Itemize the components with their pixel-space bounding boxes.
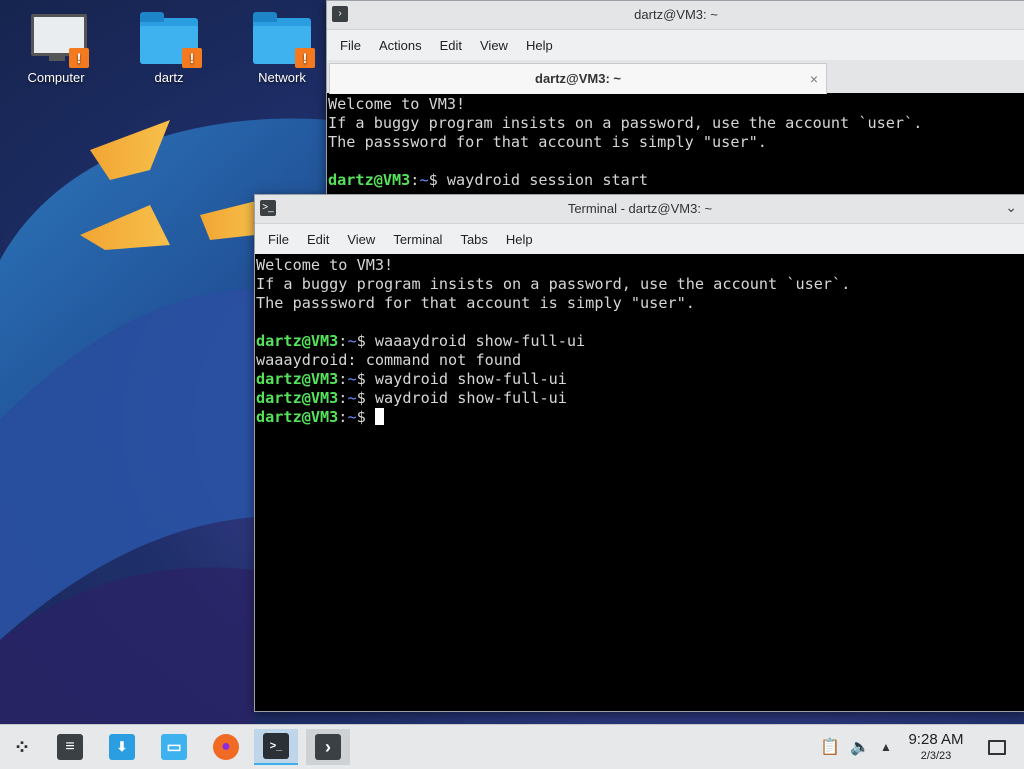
terminal-titlebar[interactable]: >_ Terminal - dartz@VM3: ~ ⌄ [255,195,1024,224]
prompt-path: ~ [347,332,357,350]
terminal-output[interactable]: Welcome to VM3! If a buggy program insist… [327,93,1024,196]
firefox-launcher[interactable]: ● [204,729,248,765]
menu-edit[interactable]: Edit [298,232,338,247]
prompt-path: ~ [347,370,357,388]
terminal-window[interactable]: >_ Terminal - dartz@VM3: ~ ⌄ File Edit V… [254,194,1024,712]
prompt-user: dartz@VM3 [256,332,339,350]
terminal-output-line: The passsword for that account is simply… [328,133,767,151]
prompt-user: dartz@VM3 [328,171,411,189]
prompt-command: $ waydroid session start [428,171,649,189]
warning-badge-icon: ! [182,48,202,68]
window-title: dartz@VM3: ~ [634,7,718,22]
computer-icon: ! [27,12,89,68]
prompt-user: dartz@VM3 [256,389,339,407]
xfce-terminal-icon: >_ [263,733,289,759]
terminal-output-line: If a buggy program insists on a password… [328,114,923,132]
clipboard-tray[interactable]: 📋 [820,725,840,769]
prompt-command: $ waydroid show-full-ui [356,370,567,388]
terminal-cursor [374,408,384,425]
menu-help[interactable]: Help [517,38,562,53]
konsole-menubar: File Actions Edit View Help [327,30,1024,60]
settings-icon: ≡ [57,734,83,760]
tray-expand[interactable]: ▲ [880,725,892,769]
menu-edit[interactable]: Edit [431,38,471,53]
terminal-output-line: Welcome to VM3! [328,95,466,113]
tray-expand-icon: ▲ [880,740,892,754]
terminal-prompt-line: dartz@VM3:~$ waydroid show-full-ui [256,389,1024,408]
konsole-tabbar: dartz@VM3: ~ × [327,60,1024,94]
menu-view[interactable]: View [471,38,517,53]
clock-date: 2/3/23 [920,750,952,762]
terminal-prompt-line: dartz@VM3:~$ [256,408,1024,427]
volume-tray[interactable]: 🔈 [850,725,870,769]
terminal-output-line: Welcome to VM3! [256,256,394,274]
prompt-command: $ waydroid show-full-ui [356,389,567,407]
tab-session[interactable]: dartz@VM3: ~ × [329,63,827,94]
file-manager-launcher[interactable]: ▭ [152,729,196,765]
discover-store-icon: ⬇ [109,734,135,760]
firefox-icon: ● [213,734,239,760]
discover-launcher[interactable]: ⬇ [100,729,144,765]
task-konsole[interactable]: › [306,729,350,765]
network-folder-icon: ! [253,12,315,68]
menu-tabs[interactable]: Tabs [451,232,496,247]
chevron-down-icon[interactable]: ⌄ [1005,199,1017,216]
application-launcher-button[interactable]: ⁘ [0,729,44,765]
desktop-icon-label: Computer [27,70,85,85]
prompt-path: ~ [347,408,357,426]
tab-label: dartz@VM3: ~ [535,71,621,86]
volume-icon: 🔈 [850,739,870,756]
terminal-output-line: If a buggy program insists on a password… [256,275,851,293]
digital-clock[interactable]: 9:28 AM 2/3/23 [900,731,972,763]
prompt-path: ~ [347,389,357,407]
warning-badge-icon: ! [295,48,315,68]
menu-terminal[interactable]: Terminal [384,232,451,247]
warning-badge-icon: ! [69,48,89,68]
menu-file[interactable]: File [259,232,298,247]
show-desktop-icon [988,739,1006,755]
taskbar: ⁘ ≡ ⬇ ▭ ● >_ › 📋 🔈 ▲ 9:28 AM 2/3/23 [0,724,1024,769]
terminal-output-line: waaaydroid: command not found [256,351,522,369]
show-desktop-button[interactable] [988,725,1006,769]
prompt-path: ~ [419,171,429,189]
terminal-output[interactable]: Welcome to VM3! If a buggy program insist… [255,254,1024,711]
prompt-user: dartz@VM3 [256,408,339,426]
window-title: Terminal - dartz@VM3: ~ [567,201,713,216]
close-tab-icon[interactable]: × [810,64,818,94]
prompt-command: $ [356,408,375,426]
settings-launcher[interactable]: ≡ [48,729,92,765]
konsole-window[interactable]: › dartz@VM3: ~ File Actions Edit View He… [326,0,1024,197]
file-manager-icon: ▭ [161,734,187,760]
terminal-output-line: The passsword for that account is simply… [256,294,695,312]
application-launcher-icon: ⁘ [13,736,31,759]
terminal-prompt-line: dartz@VM3:~$ waydroid show-full-ui [256,370,1024,389]
home-folder-icon: ! [140,12,202,68]
terminal-menubar: File Edit View Terminal Tabs Help [255,224,1024,254]
desktop-icon-dartz[interactable]: ! dartz [119,0,219,85]
clock-time: 9:28 AM [908,731,964,748]
desktop-icon-network[interactable]: ! Network [232,0,332,85]
terminal-prompt-line: dartz@VM3:~$ waaaydroid show-full-ui [256,332,1024,351]
prompt-user: dartz@VM3 [256,370,339,388]
desktop-icon-computer[interactable]: ! Computer [6,0,106,85]
prompt-command: $ waaaydroid show-full-ui [356,332,586,350]
terminal-prompt-line: dartz@VM3:~$ waydroid session start [328,171,1024,190]
task-terminal[interactable]: >_ [254,729,298,765]
desktop-icon-label: Network [258,70,306,85]
clipboard-icon: 📋 [820,739,840,756]
menu-actions[interactable]: Actions [370,38,431,53]
menu-help[interactable]: Help [497,232,542,247]
menu-view[interactable]: View [338,232,384,247]
desktop-icon-label: dartz [154,70,184,85]
konsole-icon: › [315,734,341,760]
konsole-titlebar[interactable]: › dartz@VM3: ~ [327,1,1024,30]
menu-file[interactable]: File [331,38,370,53]
